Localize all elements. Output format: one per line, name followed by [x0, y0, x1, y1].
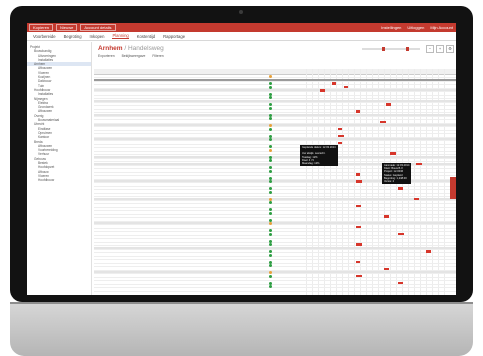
topbar-item[interactable]: Kopieren: [29, 24, 54, 31]
gantt-bar[interactable]: [384, 267, 389, 271]
toolbar-button[interactable]: Bekijkweergave: [122, 54, 146, 58]
gantt-bar[interactable]: [398, 232, 404, 236]
webcam-dot: [239, 10, 243, 14]
planning-panel: Arnhem / Handelsweg Exporteren Bekijkweer…: [94, 42, 456, 295]
toolbar-button[interactable]: Exporteren: [98, 54, 115, 58]
project-tree: Projekt Bouwkundig Uitvoeringen Installatie…: [27, 42, 92, 295]
gantt-bar[interactable]: [320, 89, 325, 92]
nav-tab[interactable]: Inkopen: [90, 34, 105, 39]
page-title: Arnhem / Handelsweg: [98, 45, 164, 52]
gantt-bar[interactable]: [380, 120, 386, 124]
toolbar: Exporteren Bekijkweergave Filteren: [98, 54, 164, 58]
tree-item[interactable]: Hoofdbouw: [27, 178, 91, 182]
gantt-bar[interactable]: [384, 215, 389, 218]
detail-tooltip: Aanmaak: 12.03.2014 Klant: Bouw B.V. Pro…: [382, 163, 412, 185]
gantt-bar[interactable]: [356, 243, 362, 246]
topbar-item[interactable]: Nieuwe: [56, 24, 78, 31]
side-panel-toggle[interactable]: [450, 177, 456, 199]
nav-tab[interactable]: Kostentijd: [137, 34, 155, 39]
gantt-bar[interactable]: [356, 225, 361, 229]
topbar-right-item[interactable]: Mijn Account: [430, 25, 453, 30]
gantt-bar[interactable]: [338, 134, 344, 138]
topbar-right-item[interactable]: Instellingen: [381, 25, 401, 30]
app-screen: Kopieren Nieuwe Account details Instelling…: [27, 23, 456, 295]
toolbar-button[interactable]: Filteren: [152, 54, 163, 58]
table-row[interactable]: [94, 289, 456, 292]
top-bar: Kopieren Nieuwe Account details Instelling…: [27, 23, 456, 32]
bezel-edge: [10, 302, 473, 304]
topbar-item[interactable]: Account details: [80, 24, 116, 31]
gantt-bar[interactable]: [416, 162, 422, 166]
gantt-bar[interactable]: [390, 152, 396, 155]
task-tooltip: Geplande datum: 12.03.2014 Uur afwijk. o…: [300, 145, 338, 167]
main-nav: Voorbereide Begroting Inkopen Planning Koste…: [27, 32, 456, 41]
gantt-bar[interactable]: [386, 103, 391, 106]
gantt-bar[interactable]: [356, 274, 362, 278]
gantt-bar[interactable]: [426, 250, 431, 253]
gantt-bar[interactable]: [414, 197, 419, 201]
monitor-bezel: Kopieren Nieuwe Account details Instelling…: [10, 6, 473, 302]
nav-tab[interactable]: Begroting: [64, 34, 82, 39]
gantt-bar[interactable]: [356, 180, 362, 183]
topbar-right-item[interactable]: Uitloggen: [407, 25, 424, 30]
gantt-bar[interactable]: [398, 281, 403, 285]
zoom-slider[interactable]: [362, 47, 420, 51]
settings-button[interactable]: ⚙: [446, 45, 454, 53]
nav-tab[interactable]: Rapportage: [163, 34, 185, 39]
gantt-bar[interactable]: [356, 260, 360, 264]
gantt-bar[interactable]: [356, 173, 360, 176]
nav-tab[interactable]: Voorbereide: [33, 34, 56, 39]
nav-tab[interactable]: Planning: [112, 33, 129, 39]
zoom-controls: − + ⚙: [362, 45, 454, 53]
gantt-bar[interactable]: [356, 204, 361, 208]
gantt-bar[interactable]: [356, 110, 360, 113]
gantt-bar[interactable]: [398, 187, 403, 190]
gantt-bar[interactable]: [338, 127, 342, 131]
gantt-bar[interactable]: [338, 141, 342, 145]
monitor-stand: [10, 302, 473, 356]
zoom-in-button[interactable]: +: [436, 45, 444, 53]
gantt-bar[interactable]: [344, 85, 348, 89]
zoom-out-button[interactable]: −: [426, 45, 434, 53]
gantt-bar[interactable]: [332, 82, 336, 85]
